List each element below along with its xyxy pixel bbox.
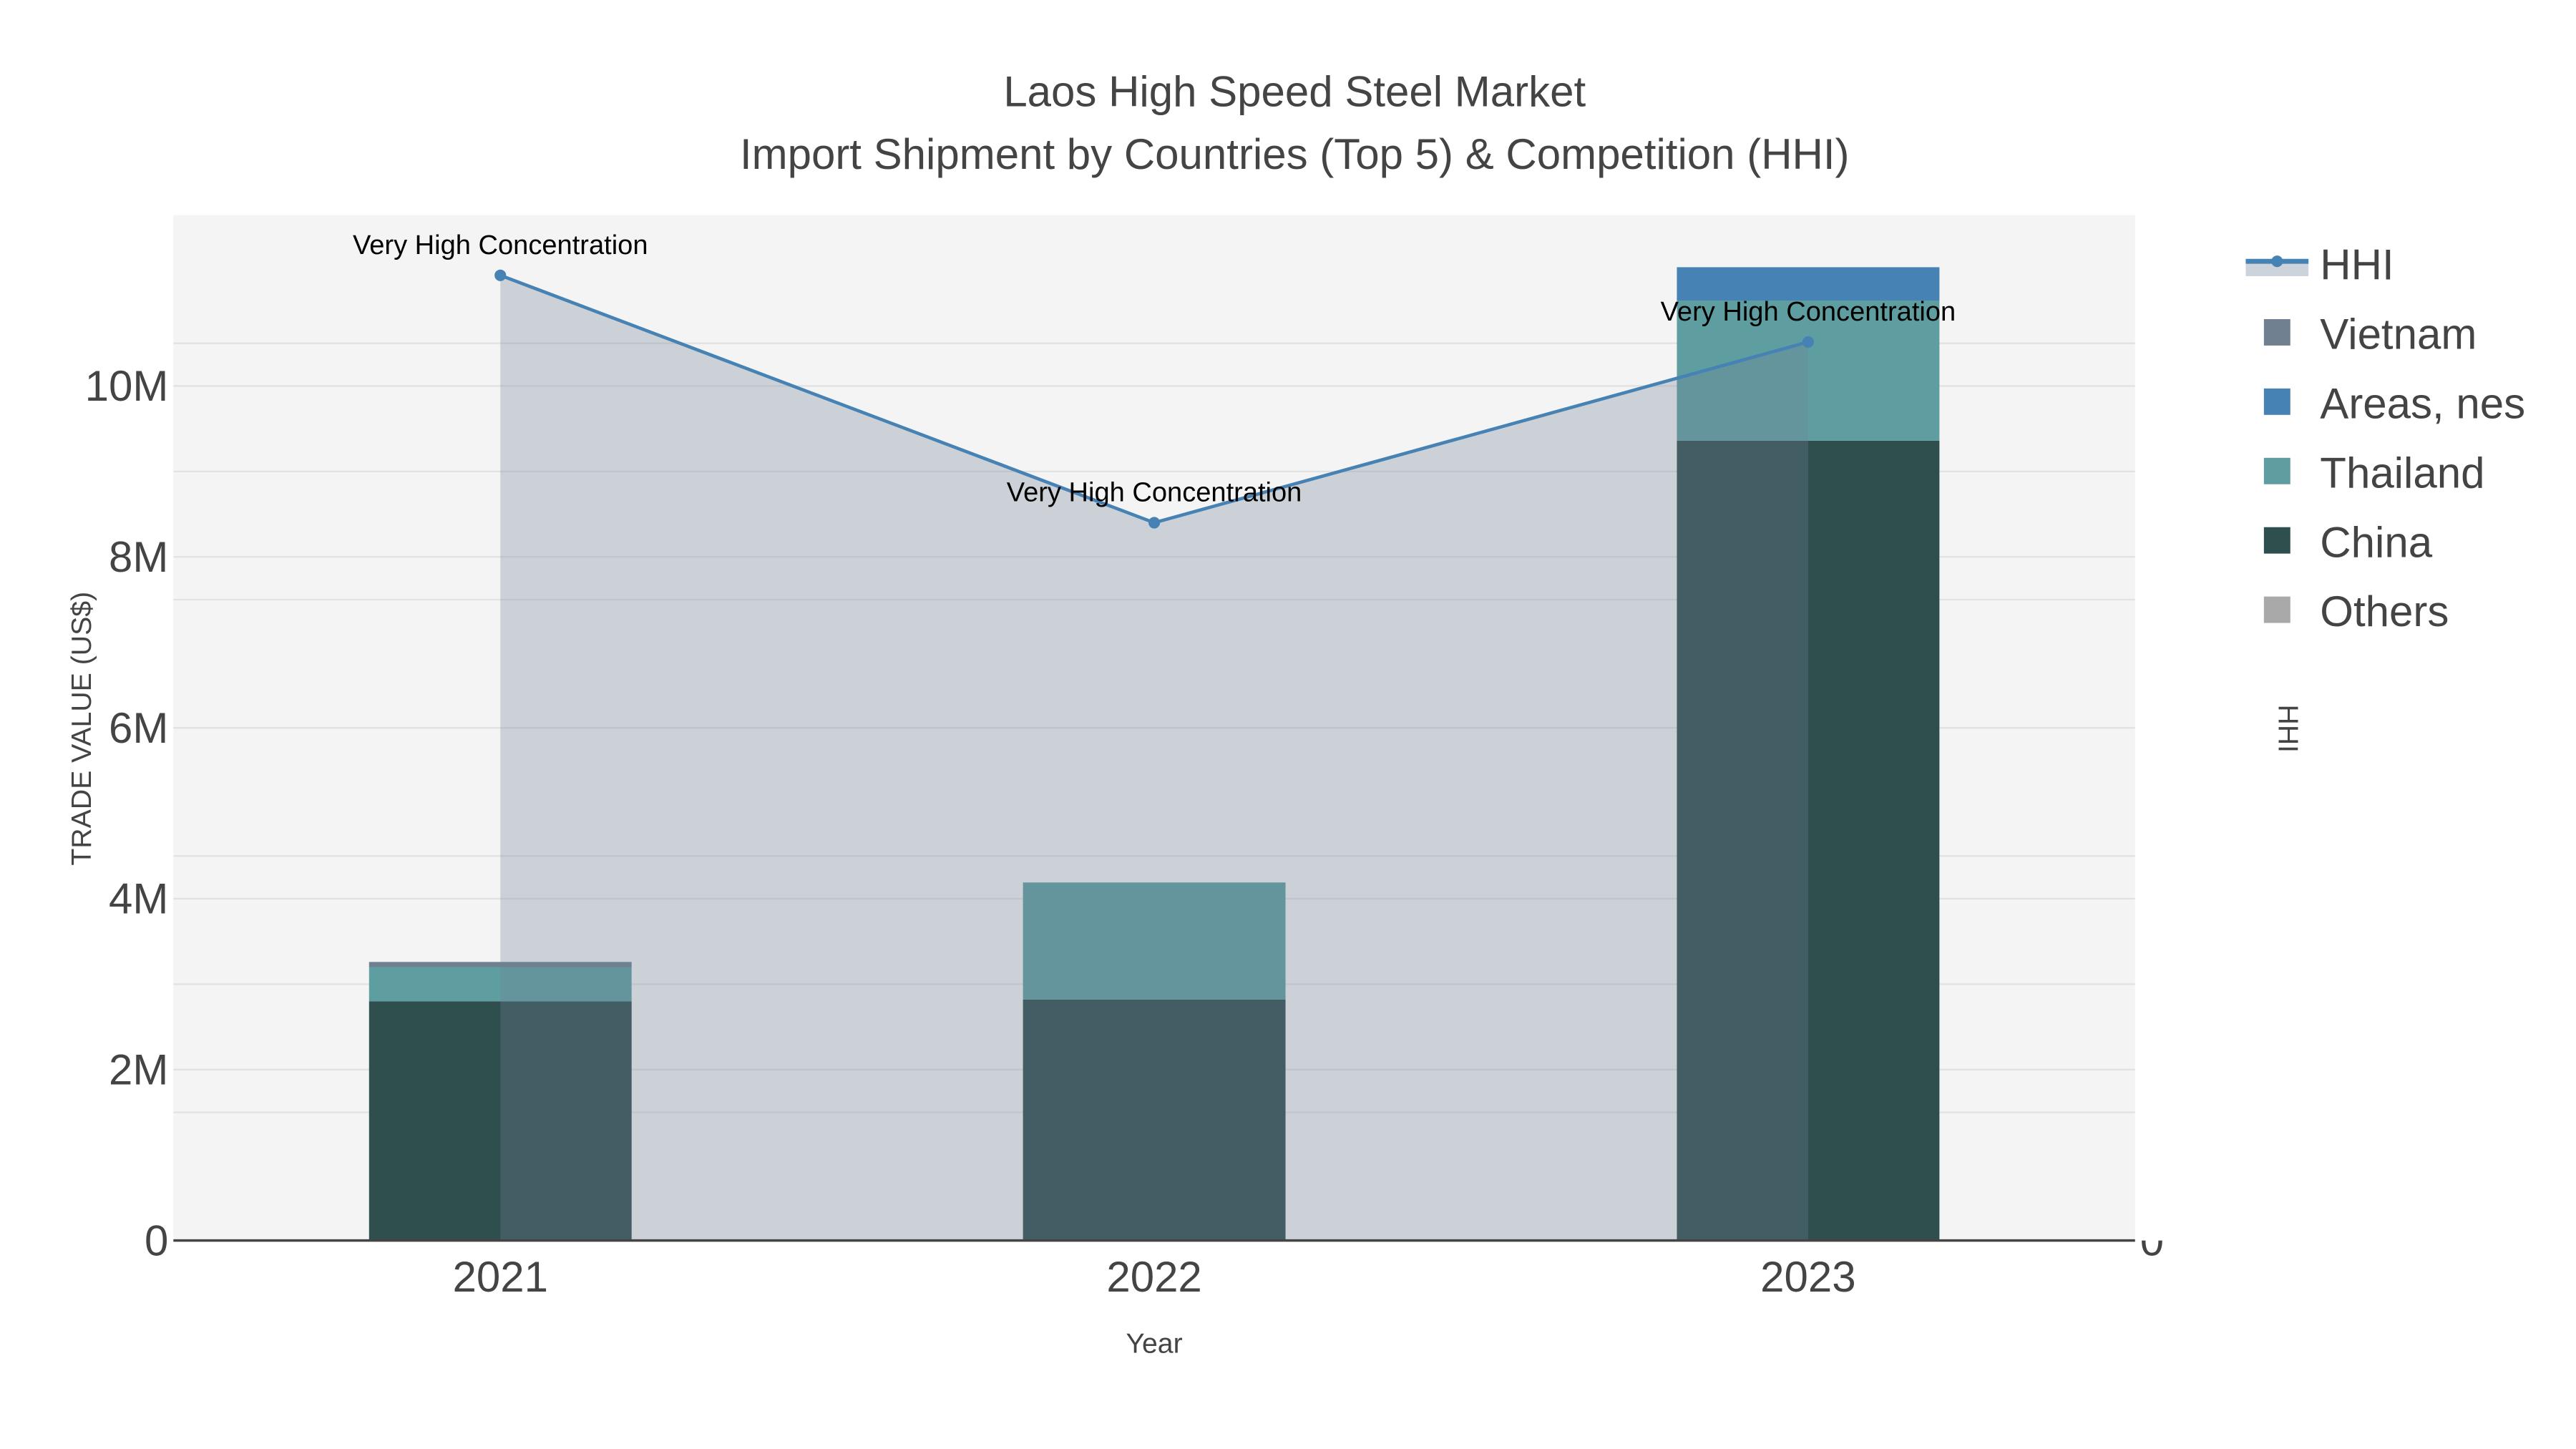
chart: Laos High Speed Steel Market Import Ship… [0, 0, 2576, 1449]
legend-label: Thailand [2320, 449, 2484, 497]
hhi-point [494, 269, 507, 281]
legend-swatch-areas-nes [2263, 388, 2290, 415]
legend-label: Others [2320, 587, 2449, 635]
chart-title: Laos High Speed Steel Market [1003, 67, 1586, 115]
legend-label: Vietnam [2320, 310, 2477, 358]
legend-label: China [2320, 518, 2432, 566]
hhi-point [1802, 336, 1814, 348]
y-tick-label: 4M [109, 875, 168, 923]
legend-mask [2135, 215, 2235, 1241]
y-tick-label: 8M [109, 533, 168, 581]
x-axis-label: Year [1126, 1328, 1182, 1360]
hhi-annotation: Very High Concentration [1007, 477, 1302, 507]
x-tick-label: 2021 [452, 1253, 547, 1301]
y-tick-label: 6M [109, 704, 168, 752]
legend-hhi-marker [2271, 255, 2283, 268]
legend-label: Areas, nes [2320, 379, 2525, 427]
hhi-annotation: Very High Concentration [353, 230, 648, 260]
y2-axis-label: HHI [2273, 704, 2304, 753]
hhi-point [1148, 517, 1161, 529]
legend-swatch-thailand [2263, 457, 2290, 484]
legend-swatch-others [2263, 596, 2290, 623]
chart-subtitle: Import Shipment by Countries (Top 5) & C… [740, 130, 1850, 178]
y-tick-label: 0 [145, 1216, 168, 1264]
y-tick-label: 2M [109, 1046, 168, 1094]
y-axis-label: TRADE VALUE (US$) [66, 592, 97, 866]
legend-swatch-china [2263, 527, 2290, 554]
x-tick-label: 2022 [1106, 1253, 1201, 1301]
hhi-annotation: Very High Concentration [1661, 297, 1956, 327]
x-tick-label: 2023 [1760, 1253, 1855, 1301]
y-tick-label: 10M [85, 362, 169, 410]
bar-areas-nes [1677, 267, 1940, 301]
legend-label: HHI [2320, 241, 2394, 289]
legend-swatch-vietnam [2263, 318, 2290, 346]
